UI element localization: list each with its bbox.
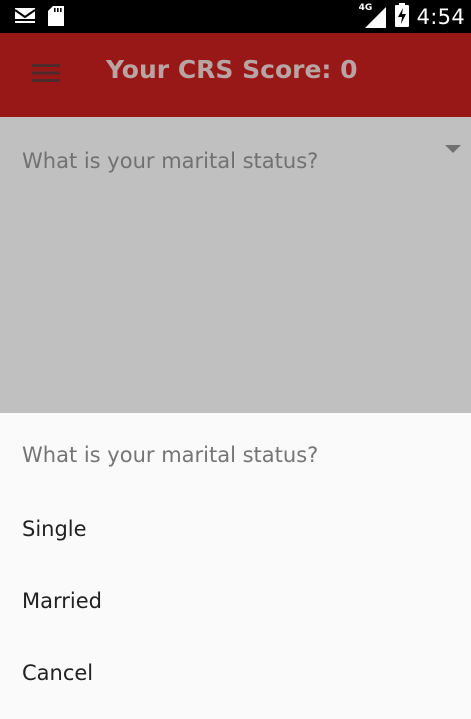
option-single[interactable]: Single <box>0 501 471 561</box>
battery-charging-icon <box>394 2 409 31</box>
marital-status-dropdown[interactable]: What is your marital status? <box>22 143 462 183</box>
option-label: Single <box>22 517 87 541</box>
dropdown-arrow-icon <box>445 145 461 153</box>
bottom-sheet: What is your marital status? Single Marr… <box>0 413 471 719</box>
status-bar: 4G 4:54 <box>0 0 471 33</box>
option-cancel[interactable]: Cancel <box>0 645 471 705</box>
option-label: Married <box>22 589 102 613</box>
option-married[interactable]: Married <box>0 573 471 633</box>
sd-card-icon <box>48 6 64 30</box>
sheet-title: What is your marital status? <box>22 443 319 467</box>
form-area: What is your marital status? <box>0 117 471 413</box>
mail-icon <box>14 6 36 30</box>
signal-icon: 4G <box>359 3 387 29</box>
hamburger-menu-icon <box>32 64 60 86</box>
clock: 4:54 <box>416 4 465 29</box>
option-label: Cancel <box>22 661 94 685</box>
app-bar: Your CRS Score: 0 <box>0 33 471 117</box>
menu-button[interactable] <box>22 53 70 97</box>
marital-status-hint: What is your marital status? <box>22 149 319 173</box>
page-title: Your CRS Score: 0 <box>106 55 358 84</box>
